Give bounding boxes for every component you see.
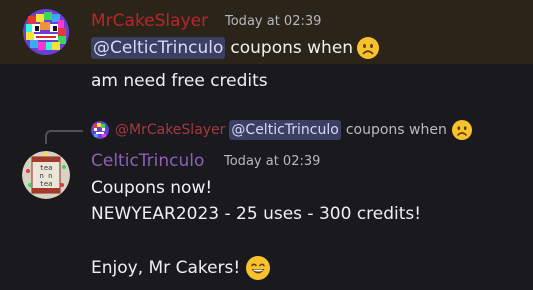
coupon-text: NEWYEAR2023 - 25 uses - 300 credits! bbox=[91, 204, 422, 224]
pixel-art-avatar-icon bbox=[22, 8, 70, 56]
message-line-1: Coupons now! bbox=[91, 177, 212, 199]
avatar[interactable] bbox=[22, 8, 70, 56]
frowning-emoji-icon bbox=[451, 120, 472, 140]
chat-window: MrCakeSlayer Today at 02:39 @CelticTrinc… bbox=[0, 0, 533, 290]
reply-text: coupons when bbox=[345, 122, 447, 138]
message-mrcakeslayer: MrCakeSlayer Today at 02:39 @CelticTrinc… bbox=[0, 0, 533, 91]
grinning-emoji-icon bbox=[246, 256, 271, 280]
reply-connector-line bbox=[45, 130, 83, 144]
message-line-2: am need free credits bbox=[91, 70, 268, 92]
timestamp: Today at 02:39 bbox=[225, 14, 322, 29]
reply-preview[interactable]: @MrCakeSlayer @CelticTrinculo coupons wh… bbox=[91, 120, 472, 140]
tea-box-avatar-icon: tea n n tea bbox=[22, 151, 70, 199]
message-text: Enjoy, Mr Cakers! bbox=[91, 258, 241, 278]
username[interactable]: CelticTrinculo bbox=[91, 151, 204, 171]
reply-username[interactable]: @MrCakeSlayer bbox=[115, 120, 225, 140]
reply-mention[interactable]: @CelticTrinculo bbox=[229, 120, 341, 140]
frowning-emoji-icon bbox=[357, 37, 380, 59]
message-line-2: NEWYEAR2023 - 25 uses - 300 credits! bbox=[91, 203, 421, 225]
message-text: Coupons now! bbox=[91, 178, 213, 198]
username[interactable]: MrCakeSlayer bbox=[91, 11, 208, 31]
message-text: coupons when bbox=[230, 38, 354, 58]
svg-text:tea: tea bbox=[40, 180, 53, 188]
reply-avatar-icon bbox=[91, 121, 109, 139]
user-mention[interactable]: @CelticTrinculo bbox=[91, 37, 226, 59]
svg-text:tea: tea bbox=[40, 164, 53, 172]
svg-text:n n: n n bbox=[40, 172, 53, 180]
message-text: am need free credits bbox=[91, 71, 268, 91]
timestamp: Today at 02:39 bbox=[224, 154, 321, 169]
message-line-1: @CelticTrinculo coupons when bbox=[91, 37, 380, 59]
message-line-4: Enjoy, Mr Cakers! bbox=[91, 256, 271, 280]
avatar[interactable]: tea n n tea bbox=[22, 151, 70, 199]
